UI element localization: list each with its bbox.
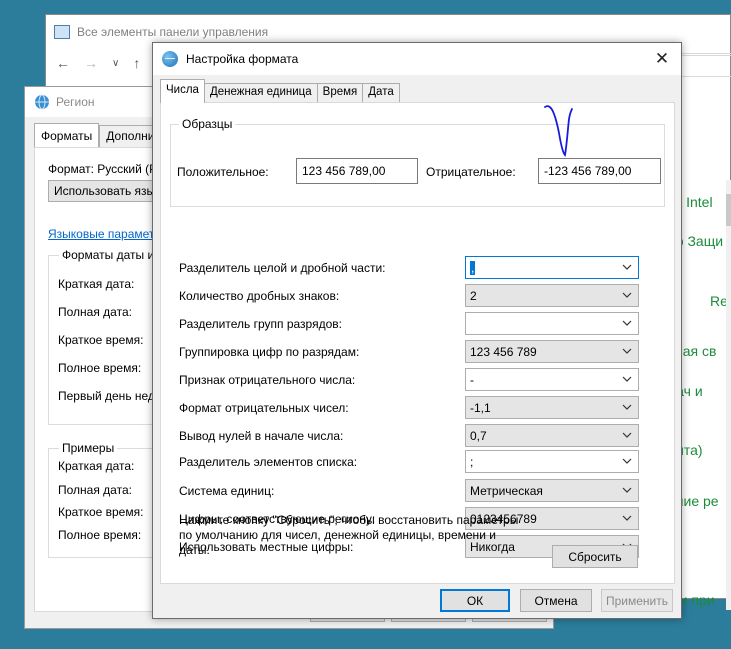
tab-currency[interactable]: Денежная единица: [203, 83, 318, 103]
negative-format-row: Формат отрицательных чисел: -1,1: [179, 396, 649, 420]
example-short-date-label: Краткая дата:: [58, 459, 135, 473]
chevron-down-icon: [622, 432, 632, 438]
chevron-down-icon: [622, 515, 632, 521]
up-arrow-icon[interactable]: ↑: [133, 55, 140, 71]
measurement-system-dropdown[interactable]: Метрическая: [465, 479, 639, 502]
chevron-down-icon: [622, 458, 632, 464]
format-dialog-title: Настройка формата: [186, 52, 299, 66]
setting-label: Разделитель групп разрядов:: [179, 317, 342, 331]
chevron-down-icon: [622, 264, 632, 270]
setting-label: Количество дробных знаков:: [179, 289, 340, 303]
positive-label: Положительное:: [177, 165, 269, 179]
long-time-label: Полное время:: [58, 361, 142, 375]
decimal-separator-combo[interactable]: ,: [465, 256, 639, 279]
negative-format-dropdown[interactable]: -1,1: [465, 396, 639, 419]
short-date-label: Краткая дата:: [58, 277, 135, 291]
samples-group: Образцы Положительное: 123 456 789,00 От…: [170, 117, 665, 207]
chevron-down-icon[interactable]: ∨: [112, 58, 119, 69]
region-tabs: Форматы Дополнит: [34, 123, 167, 147]
chevron-down-icon: [622, 376, 632, 382]
example-short-time-label: Краткое время:: [58, 505, 144, 519]
measurement-system-row: Система единиц: Метрическая: [179, 479, 649, 503]
leading-zero-row: Вывод нулей в начале числа: 0,7: [179, 424, 649, 448]
setting-label: Признак отрицательного числа:: [179, 373, 356, 387]
back-arrow-icon[interactable]: ←: [56, 55, 70, 71]
control-panel-title: Все элементы панели управления: [77, 25, 269, 39]
example-long-time-label: Полное время:: [58, 528, 142, 542]
setting-label: Система единиц:: [179, 484, 275, 498]
setting-label: Разделитель целой и дробной части:: [179, 261, 386, 275]
setting-label: Группировка цифр по разрядам:: [179, 345, 360, 359]
chevron-down-icon: [622, 292, 632, 298]
setting-label: Вывод нулей в начале числа:: [179, 429, 344, 443]
tab-date[interactable]: Дата: [362, 83, 400, 103]
first-day-label: Первый день неде: [58, 389, 162, 403]
scrollbar-thumb[interactable]: [726, 194, 731, 226]
vertical-scrollbar[interactable]: [726, 180, 731, 610]
setting-label: Разделитель элементов списка:: [179, 455, 358, 469]
numbers-panel: Образцы Положительное: 123 456 789,00 От…: [160, 102, 675, 584]
examples-group-title: Примеры: [59, 441, 118, 455]
combo-value: 123 456 789: [470, 345, 537, 359]
setting-label: Формат отрицательных чисел:: [179, 401, 349, 415]
decimal-digits-dropdown[interactable]: 2: [465, 284, 639, 307]
positive-sample: 123 456 789,00: [296, 158, 418, 184]
globe-icon: [162, 51, 178, 67]
reset-button[interactable]: Сбросить: [552, 545, 638, 568]
format-settings-dialog: Настройка формата ✕ Числа Денежная едини…: [152, 42, 682, 619]
combo-value: ;: [470, 455, 474, 469]
reset-info-text: Нажмите кнопку "Сбросить", чтобы восстан…: [179, 513, 519, 557]
globe-icon: [35, 94, 49, 110]
format-dialog-tabs: Числа Денежная единица Время Дата: [160, 79, 400, 103]
example-long-date-label: Полная дата:: [58, 483, 132, 497]
tab-time[interactable]: Время: [316, 83, 364, 103]
decimal-digits-row: Количество дробных знаков: 2: [179, 284, 649, 308]
tab-formats[interactable]: Форматы: [34, 123, 100, 147]
digit-grouping-dropdown[interactable]: 123 456 789: [465, 340, 639, 363]
group-separator-combo[interactable]: [465, 312, 639, 335]
negative-sign-row: Признак отрицательного числа: -: [179, 368, 649, 392]
negative-sample: -123 456 789,00: [538, 158, 661, 184]
list-separator-row: Разделитель элементов списка: ;: [179, 450, 649, 474]
chevron-down-icon: [622, 320, 632, 326]
combo-value: 2: [470, 289, 477, 303]
negative-label: Отрицательное:: [426, 165, 516, 179]
samples-title: Образцы: [179, 117, 236, 131]
long-date-label: Полная дата:: [58, 305, 132, 319]
ok-button[interactable]: ОК: [440, 589, 510, 612]
chevron-down-icon: [622, 348, 632, 354]
forward-arrow-icon[interactable]: →: [84, 55, 98, 71]
combo-value: -1,1: [470, 401, 491, 415]
format-label: Формат: Русский (Р: [48, 162, 158, 176]
tab-numbers[interactable]: Числа: [160, 79, 205, 103]
datetime-group-title: Форматы даты и в: [59, 248, 167, 262]
cancel-button[interactable]: Отмена: [520, 589, 592, 612]
negative-sign-combo[interactable]: -: [465, 368, 639, 391]
combo-value: 0,7: [470, 429, 487, 443]
list-separator-combo[interactable]: ;: [465, 450, 639, 473]
decimal-separator-row: Разделитель целой и дробной части: ,: [179, 256, 649, 280]
digit-grouping-row: Группировка цифр по разрядам: 123 456 78…: [179, 340, 649, 364]
control-panel-icon: [54, 25, 70, 39]
short-time-label: Краткое время:: [58, 333, 144, 347]
close-icon[interactable]: ✕: [651, 48, 673, 70]
group-separator-row: Разделитель групп разрядов:: [179, 312, 649, 336]
format-dialog-titlebar: Настройка формата ✕: [153, 43, 681, 75]
combo-value: -: [470, 373, 474, 387]
chevron-down-icon: [622, 404, 632, 410]
apply-button[interactable]: Применить: [601, 589, 673, 612]
language-settings-link[interactable]: Языковые парамет: [48, 227, 154, 241]
combo-value: Метрическая: [470, 484, 543, 498]
leading-zero-dropdown[interactable]: 0,7: [465, 424, 639, 447]
chevron-down-icon: [622, 487, 632, 493]
combo-value: ,: [470, 261, 476, 275]
region-title: Регион: [56, 95, 95, 109]
